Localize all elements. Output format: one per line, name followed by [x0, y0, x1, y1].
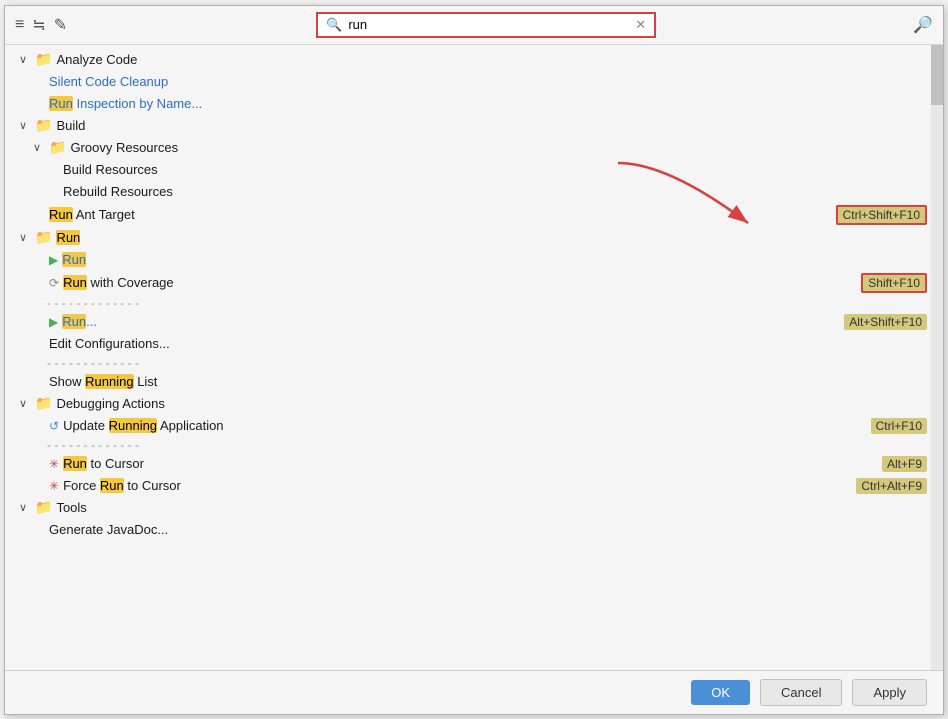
search-box-container: 🔍 ✕: [316, 12, 656, 38]
cursor-icon: ✳: [49, 457, 59, 471]
highlight-span: Run: [63, 456, 87, 471]
item-label: Generate JavaDoc...: [49, 522, 927, 537]
list-item[interactable]: › ▶ Run... Alt+Shift+F10: [5, 311, 943, 333]
list-item[interactable]: › ↺ Update Running Application Ctrl+F10: [5, 415, 943, 437]
folder-icon: 📁: [35, 51, 52, 68]
list-item[interactable]: ∨ 📁 Debugging Actions: [5, 393, 943, 415]
run-icon: ▶: [49, 315, 58, 329]
run-icon: ▶: [49, 253, 58, 267]
item-label: Analyze Code: [56, 52, 927, 67]
highlight-span: Run: [63, 275, 87, 290]
list-item[interactable]: › Show Running List: [5, 371, 943, 393]
item-label: Debugging Actions: [56, 396, 927, 411]
apply-button[interactable]: Apply: [852, 679, 927, 706]
item-label: Rebuild Resources: [63, 184, 927, 199]
item-label: Run Ant Target: [49, 207, 836, 222]
list-item[interactable]: › Silent Code Cleanup: [5, 71, 943, 93]
ok-button[interactable]: OK: [691, 680, 750, 705]
list-item[interactable]: › Generate JavaDoc...: [5, 519, 943, 541]
list-item[interactable]: › Run Ant Target Ctrl+Shift+F10: [5, 203, 943, 227]
highlight-span: Run: [100, 478, 124, 493]
item-label: Run: [56, 230, 927, 245]
separator: - - - - - - - - - - - - -: [5, 355, 943, 371]
highlight-span: Run: [62, 314, 86, 329]
shortcut-badge: Ctrl+Alt+F9: [856, 478, 927, 494]
item-label: Edit Configurations...: [49, 336, 927, 351]
cancel-button[interactable]: Cancel: [760, 679, 842, 706]
scrollbar-thumb[interactable]: [931, 45, 943, 105]
highlight-span: Run: [49, 207, 73, 222]
toolbar: ≡ ≒ ✎ 🔍 ✕ 🔎: [5, 6, 943, 45]
separator: - - - - - - - - - - - - -: [5, 437, 943, 453]
folder-icon: 📁: [35, 499, 52, 516]
folder-icon: 📁: [49, 139, 66, 156]
list-item[interactable]: ∨ 📁 Groovy Resources: [5, 137, 943, 159]
coverage-icon: ⟳: [49, 276, 59, 290]
shortcut-badge: Alt+F9: [882, 456, 927, 472]
list-item[interactable]: › Build Resources: [5, 159, 943, 181]
update-icon: ↺: [49, 419, 59, 433]
item-label: Silent Code Cleanup: [49, 74, 927, 89]
search-input[interactable]: [348, 17, 629, 32]
list-item[interactable]: › Edit Configurations...: [5, 333, 943, 355]
list-item[interactable]: › ✳ Run to Cursor Alt+F9: [5, 453, 943, 475]
cursor-icon: ✳: [49, 479, 59, 493]
shortcut-badge: Shift+F10: [861, 273, 927, 293]
item-label: Groovy Resources: [70, 140, 927, 155]
list-item[interactable]: ∨ 📁 Tools: [5, 497, 943, 519]
highlight-span: Run: [49, 96, 73, 111]
item-label: Build: [56, 118, 927, 133]
list-item[interactable]: › Rebuild Resources: [5, 181, 943, 203]
collapse-arrow: ∨: [33, 141, 47, 154]
list-item[interactable]: › Run Inspection by Name...: [5, 93, 943, 115]
collapse-arrow: ∨: [19, 397, 33, 410]
list-item[interactable]: › ⟳ Run with Coverage Shift+F10: [5, 271, 943, 295]
folder-icon: 📁: [35, 395, 52, 412]
folder-icon: 📁: [35, 229, 52, 246]
separator: - - - - - - - - - - - - -: [5, 295, 943, 311]
item-label: Run: [62, 252, 927, 267]
item-label: Run to Cursor: [63, 456, 882, 471]
item-label: Force Run to Cursor: [63, 478, 856, 493]
collapse-arrow: ∨: [19, 119, 33, 132]
shortcut-badge: Ctrl+F10: [871, 418, 927, 434]
clear-icon[interactable]: ✕: [635, 17, 646, 33]
shortcut-badge: Alt+Shift+F10: [844, 314, 927, 330]
history-icon[interactable]: 🔎: [913, 15, 933, 35]
dialog-footer: OK Cancel Apply: [5, 670, 943, 714]
search-area: 🔍 ✕: [75, 12, 897, 38]
scrollbar-track[interactable]: [931, 45, 943, 670]
main-dialog: ≡ ≒ ✎ 🔍 ✕ 🔎 ∨ 📁 Analyze Code › Silent Co…: [4, 5, 944, 715]
item-label: Run Inspection by Name...: [49, 96, 927, 111]
collapse-all-icon[interactable]: ≒: [32, 15, 45, 35]
search-icon: 🔍: [326, 17, 342, 33]
list-item[interactable]: › ▶ Run: [5, 249, 943, 271]
collapse-arrow: ∨: [19, 231, 33, 244]
folder-icon: 📁: [35, 117, 52, 134]
collapse-arrow: ∨: [19, 53, 33, 66]
collapse-arrow: ∨: [19, 501, 33, 514]
item-label: Show Running List: [49, 374, 927, 389]
item-label: Build Resources: [63, 162, 927, 177]
highlight-span: Run: [56, 230, 80, 245]
item-label: Run...: [62, 314, 844, 329]
item-label: Update Running Application: [63, 418, 871, 433]
item-label: Run with Coverage: [63, 275, 861, 290]
item-label: Tools: [56, 500, 927, 515]
list-item[interactable]: ∨ 📁 Build: [5, 115, 943, 137]
expand-all-icon[interactable]: ≡: [15, 16, 24, 34]
list-item[interactable]: ∨ 📁 Analyze Code: [5, 49, 943, 71]
settings-icon[interactable]: ✎: [54, 15, 67, 35]
tree-content: ∨ 📁 Analyze Code › Silent Code Cleanup ›…: [5, 45, 943, 670]
highlight-span: Run: [62, 252, 86, 267]
list-item[interactable]: ∨ 📁 Run: [5, 227, 943, 249]
highlight-span: Running: [109, 418, 157, 433]
highlight-span: Running: [85, 374, 133, 389]
list-item[interactable]: › ✳ Force Run to Cursor Ctrl+Alt+F9: [5, 475, 943, 497]
shortcut-badge: Ctrl+Shift+F10: [836, 205, 927, 225]
